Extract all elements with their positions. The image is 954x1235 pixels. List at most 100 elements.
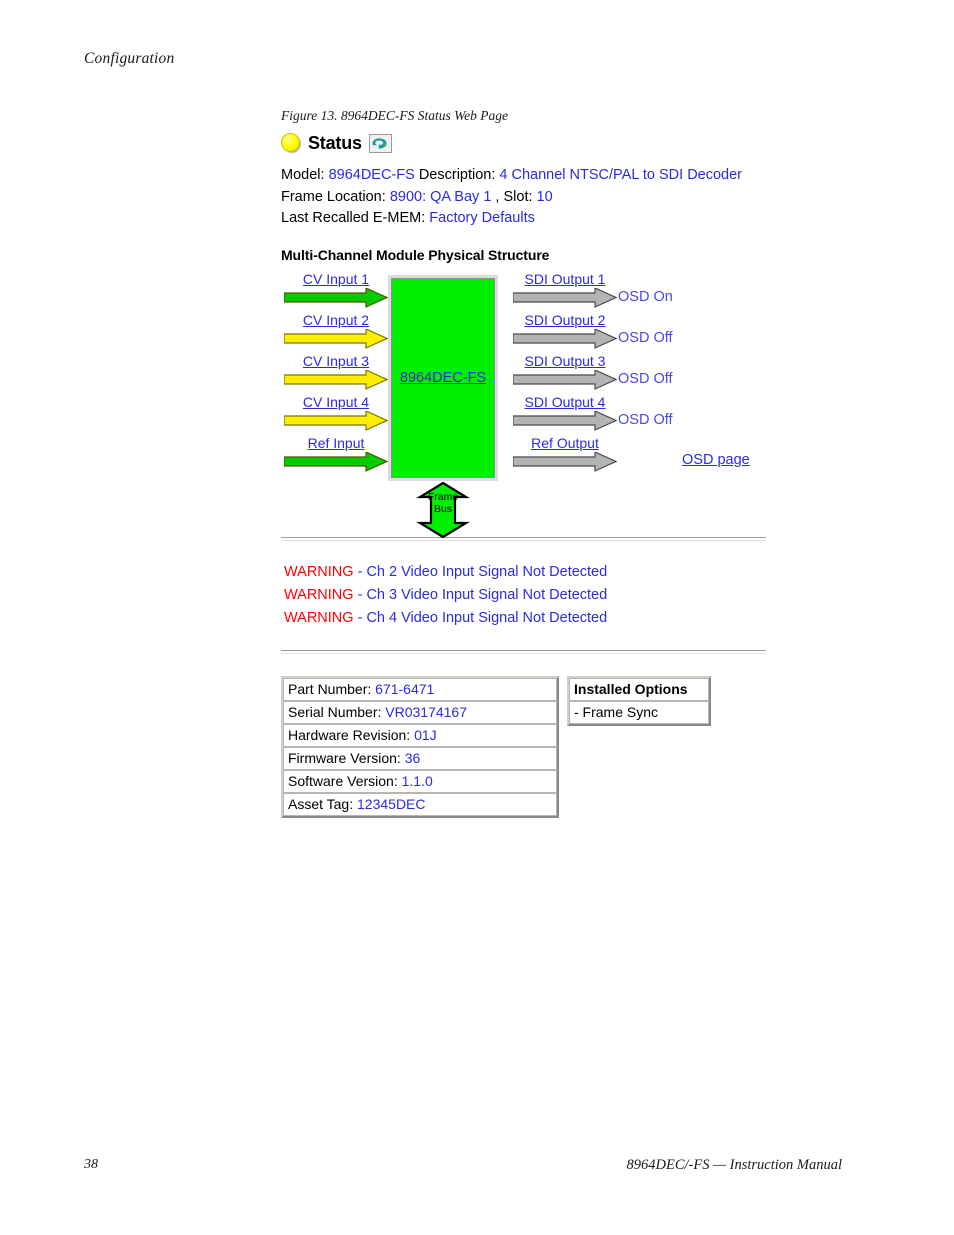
divider-bottom (281, 649, 766, 654)
table-row: - Frame Sync (569, 700, 709, 724)
port-label[interactable]: Ref Input (284, 435, 388, 452)
footer-page-number: 38 (84, 1157, 98, 1172)
frame-bus-arrow-icon (416, 481, 470, 538)
warning-message: Ch 4 Video Input Signal Not Detected (366, 609, 608, 626)
port-label[interactable]: SDI Output 4 (513, 394, 617, 411)
table-row: Part Number: 671-6471 (283, 677, 557, 701)
ref-input-arrow-icon (284, 451, 388, 472)
port-ref-input: Ref Input (284, 435, 388, 472)
input-arrow-3-icon (284, 369, 388, 390)
model-label: Model: (281, 167, 325, 183)
table-row: Hardware Revision: 01J (283, 723, 557, 747)
osd-state-4: OSD Off (618, 411, 673, 428)
property-label: Part Number: (288, 680, 372, 697)
running-head: Configuration (84, 50, 175, 67)
yellow-status-led-icon (281, 132, 302, 154)
output-arrow-4-icon (513, 410, 617, 431)
warnings-list: WARNING - Ch 2 Video Input Signal Not De… (284, 561, 881, 630)
property-label: Serial Number: (288, 703, 382, 720)
port-cv-input-2: CV Input 2 (284, 312, 388, 349)
osd-page-link[interactable]: OSD page (682, 452, 750, 468)
property-value: VR03174167 (385, 703, 468, 720)
refresh-icon[interactable] (368, 133, 392, 153)
input-arrow-4-icon (284, 410, 388, 431)
diagram-heading: Multi-Channel Module Physical Structure (281, 246, 550, 263)
model-line: Model: 8964DEC-FS Description: 4 Channel… (281, 165, 881, 187)
page-title: Status (308, 132, 362, 153)
osd-state-2: OSD Off (618, 329, 673, 346)
warning-row: WARNING - Ch 3 Video Input Signal Not De… (284, 584, 881, 607)
property-label: Firmware Version: (288, 749, 401, 766)
ref-output-arrow-icon (513, 451, 617, 472)
table-row: Installed Options (569, 677, 709, 701)
installed-option-item: - Frame Sync (569, 700, 709, 724)
warning-separator: - (353, 609, 367, 626)
port-label[interactable]: CV Input 1 (284, 271, 388, 288)
frame-location-label: Frame Location: (281, 188, 386, 205)
port-cv-input-4: CV Input 4 (284, 394, 388, 431)
port-cv-input-1: CV Input 1 (284, 271, 388, 308)
emem-label: Last Recalled E-MEM: (281, 210, 426, 226)
port-label[interactable]: SDI Output 2 (513, 312, 617, 329)
frame-location-value: 8900: QA Bay 1 (389, 188, 492, 205)
warning-message: Ch 3 Video Input Signal Not Detected (366, 586, 608, 603)
footer-manual-title: 8964DEC/-FS — Instruction Manual (626, 1157, 842, 1173)
warning-keyword: WARNING (284, 586, 354, 603)
property-label: Asset Tag: (288, 795, 354, 812)
warning-keyword: WARNING (284, 563, 354, 580)
port-sdi-output-2: SDI Output 2 (513, 312, 617, 349)
property-value: 36 (404, 749, 421, 766)
property-value: 12345DEC (357, 795, 426, 812)
property-value: 1.1.0 (401, 772, 433, 789)
port-sdi-output-4: SDI Output 4 (513, 394, 617, 431)
input-arrow-1-icon (284, 287, 388, 308)
status-web-page-screenshot: Status Model: 8964DEC-FS Description: 4 … (281, 130, 881, 818)
emem-value: Factory Defaults (429, 210, 535, 226)
slot-label: Slot: (503, 188, 533, 205)
table-row: Serial Number: VR03174167 (283, 700, 557, 724)
slot-separator: , (495, 188, 500, 205)
property-label: Hardware Revision: (288, 726, 411, 743)
warning-keyword: WARNING (284, 609, 354, 626)
warning-message: Ch 2 Video Input Signal Not Detected (366, 563, 608, 580)
table-row: Software Version: 1.1.0 (283, 769, 557, 793)
warning-separator: - (353, 563, 367, 580)
description-label: Description: (418, 167, 496, 183)
port-label[interactable]: CV Input 4 (284, 394, 388, 411)
model-value: 8964DEC-FS (328, 167, 415, 183)
port-label[interactable]: Ref Output (513, 435, 617, 452)
table-row: Asset Tag: 12345DEC (283, 792, 557, 816)
osd-state-3: OSD Off (618, 370, 673, 387)
input-arrow-2-icon (284, 328, 388, 349)
warning-separator: - (353, 586, 367, 603)
output-arrow-2-icon (513, 328, 617, 349)
property-value: 01J (414, 726, 437, 743)
output-arrow-1-icon (513, 287, 617, 308)
module-physical-structure-diagram: 8964DEC-FS CV Input 1 CV Input 2 CV Inpu… (281, 267, 881, 538)
module-link[interactable]: 8964DEC-FS (391, 370, 495, 386)
slot-value: 10 (536, 188, 553, 205)
installed-options-table: Installed Options - Frame Sync (567, 675, 711, 726)
output-arrow-3-icon (513, 369, 617, 390)
module-box: 8964DEC-FS (388, 274, 498, 481)
module-properties-table: Part Number: 671-6471 Serial Number: VR0… (281, 675, 559, 818)
property-value: 671-6471 (375, 680, 435, 697)
frame-location-line: Frame Location: 8900: QA Bay 1 , Slot: 1… (281, 187, 881, 209)
port-sdi-output-3: SDI Output 3 (513, 353, 617, 390)
divider-top (281, 536, 766, 541)
property-label: Software Version: (288, 772, 398, 789)
warning-row: WARNING - Ch 2 Video Input Signal Not De… (284, 561, 881, 584)
port-sdi-output-1: SDI Output 1 (513, 271, 617, 308)
port-label[interactable]: CV Input 2 (284, 312, 388, 329)
port-label[interactable]: SDI Output 3 (513, 353, 617, 370)
module-properties-area: Part Number: 671-6471 Serial Number: VR0… (281, 675, 881, 818)
table-row: Firmware Version: 36 (283, 746, 557, 770)
port-label[interactable]: SDI Output 1 (513, 271, 617, 288)
port-cv-input-3: CV Input 3 (284, 353, 388, 390)
emem-line: Last Recalled E-MEM: Factory Defaults (281, 208, 881, 230)
osd-state-1: OSD On (618, 288, 673, 305)
port-label[interactable]: CV Input 3 (284, 353, 388, 370)
status-header: Status (281, 130, 881, 156)
installed-options-header: Installed Options (569, 677, 709, 701)
description-value: 4 Channel NTSC/PAL to SDI Decoder (499, 167, 743, 183)
